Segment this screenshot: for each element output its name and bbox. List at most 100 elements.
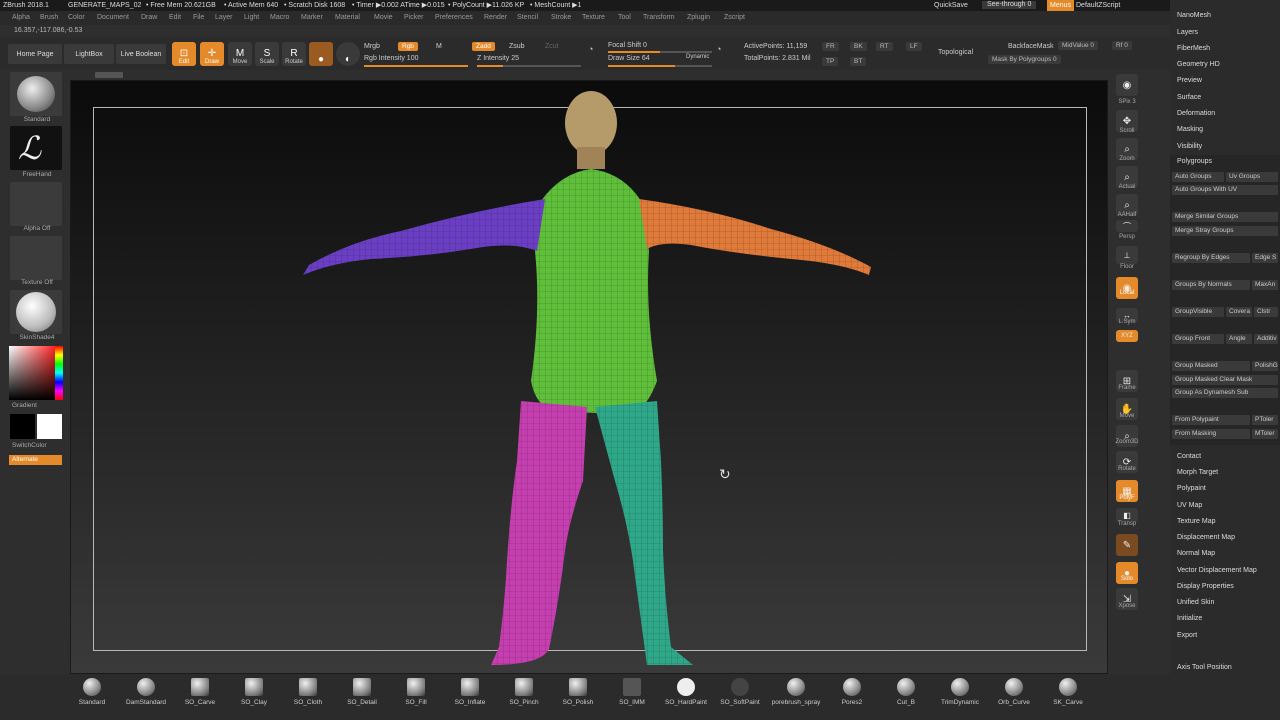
angle-slider[interactable]: Angle: [1226, 334, 1252, 344]
tp-view-button[interactable]: TP: [822, 57, 839, 66]
from-polypaint-button[interactable]: From Polypaint: [1172, 415, 1250, 425]
menu-preferences[interactable]: Preferences: [435, 11, 473, 25]
alternate-button[interactable]: Alternate: [9, 455, 62, 465]
menu-material[interactable]: Material: [335, 11, 360, 25]
auto-groups-with-uv-button[interactable]: Auto Groups With UV: [1172, 185, 1278, 195]
menu-edit[interactable]: Edit: [169, 11, 181, 25]
group-as-dynamesh-sub-button[interactable]: Group As Dynamesh Sub: [1172, 388, 1278, 398]
z-intensity-slider[interactable]: [477, 65, 581, 67]
menu-surface[interactable]: Surface: [1177, 94, 1201, 101]
brush-so-softpaint-button[interactable]: SO_SoftPaint: [714, 678, 766, 718]
menu-morph-target[interactable]: Morph Target: [1177, 469, 1218, 476]
draw-size-slider[interactable]: [608, 65, 712, 67]
ptoler-slider[interactable]: PToler: [1252, 415, 1278, 425]
maxangle-slider[interactable]: MaxAn: [1252, 280, 1278, 290]
groups-by-normals-button[interactable]: Groups By Normals: [1172, 280, 1250, 290]
polygroups-header[interactable]: Polygroups: [1177, 158, 1212, 165]
menu-geometry-hd[interactable]: Geometry HD: [1177, 61, 1220, 68]
polish-slider[interactable]: PolishG: [1252, 361, 1278, 371]
menu-movie[interactable]: Movie: [374, 11, 393, 25]
regroup-by-edges-button[interactable]: Regroup By Edges: [1172, 253, 1250, 263]
switch-color-button[interactable]: SwitchColor: [12, 442, 74, 449]
brush-so-detail-button[interactable]: SO_Detail: [336, 678, 388, 718]
menu-macro[interactable]: Macro: [270, 11, 289, 25]
menu-zplugin[interactable]: Zplugin: [687, 11, 710, 25]
brush-damstandard-button[interactable]: DamStandard: [120, 678, 172, 718]
m-button[interactable]: M: [436, 43, 442, 50]
menu-tool[interactable]: Tool: [618, 11, 631, 25]
brush-so-clay-button[interactable]: SO_Clay: [228, 678, 280, 718]
edge-s-slider[interactable]: Edge S: [1252, 253, 1278, 263]
menu-stencil[interactable]: Stencil: [517, 11, 538, 25]
menu-texture[interactable]: Texture: [582, 11, 605, 25]
texture-thumbnail[interactable]: [10, 236, 62, 280]
menu-uv-map[interactable]: UV Map: [1177, 502, 1202, 509]
bk-view-button[interactable]: BK: [850, 42, 867, 51]
brush-so-fill-button[interactable]: SO_Fill: [390, 678, 442, 718]
primary-color-swatch[interactable]: [10, 414, 35, 439]
group-front-button[interactable]: Group Front: [1172, 334, 1224, 344]
rotate-button[interactable]: R Rotate: [282, 42, 306, 66]
auto-groups-button[interactable]: Auto Groups: [1172, 172, 1224, 182]
alpha-thumbnail[interactable]: [10, 182, 62, 226]
menu-nanomesh[interactable]: NanoMesh: [1177, 12, 1211, 19]
merge-similar-groups-button[interactable]: Merge Similar Groups: [1172, 212, 1278, 222]
live-boolean-button[interactable]: Live Boolean: [116, 44, 166, 64]
tray-scroll-handle[interactable]: [95, 72, 123, 78]
brush-so-pinch-button[interactable]: SO_Pinch: [498, 678, 550, 718]
coverage-slider[interactable]: Covera: [1226, 307, 1252, 317]
menu-display-properties[interactable]: Display Properties: [1177, 583, 1234, 590]
edit-button[interactable]: ⊡ Edit: [172, 42, 196, 66]
merge-stray-groups-button[interactable]: Merge Stray Groups: [1172, 226, 1278, 236]
menus-button[interactable]: Menus: [1047, 0, 1075, 11]
backface-mask-button[interactable]: BackfaceMask: [1008, 43, 1054, 50]
secondary-color-swatch[interactable]: [37, 414, 62, 439]
menu-file[interactable]: File: [193, 11, 204, 25]
quicksave-button[interactable]: QuickSave: [934, 0, 968, 11]
from-masking-button[interactable]: From Masking: [1172, 429, 1250, 439]
clstr-slider[interactable]: Clstr: [1254, 307, 1278, 317]
color-picker[interactable]: [9, 346, 63, 400]
group-visible-button[interactable]: GroupVisible: [1172, 307, 1224, 317]
uv-groups-button[interactable]: Uv Groups: [1226, 172, 1278, 182]
human-model-viewport[interactable]: ↻: [71, 81, 1109, 675]
rf-slider[interactable]: Rf 0: [1112, 41, 1132, 50]
menu-initialize[interactable]: Initialize: [1177, 615, 1202, 622]
menu-transform[interactable]: Transform: [643, 11, 675, 25]
draw-button[interactable]: ✛ Draw: [200, 42, 224, 66]
texture-picker-button[interactable]: ◐: [336, 42, 360, 66]
persp-button[interactable]: ⌒: [1116, 220, 1138, 232]
rgb-intensity-slider[interactable]: [364, 65, 468, 67]
menu-texture-map[interactable]: Texture Map: [1177, 518, 1216, 525]
stroke-thumbnail[interactable]: ℒ: [10, 126, 62, 170]
menu-render[interactable]: Render: [484, 11, 507, 25]
menu-polypaint[interactable]: Polypaint: [1177, 485, 1206, 492]
menu-visibility[interactable]: Visibility: [1177, 143, 1202, 150]
xyz-button[interactable]: XYZ: [1116, 330, 1138, 342]
rgb-button[interactable]: Rgb: [398, 42, 418, 51]
group-masked-button[interactable]: Group Masked: [1172, 361, 1250, 371]
document-canvas[interactable]: ↻: [70, 80, 1108, 674]
gradient-label[interactable]: Gradient: [12, 402, 74, 409]
move-button[interactable]: M Move: [228, 42, 252, 66]
material-thumbnail[interactable]: [10, 290, 62, 334]
menu-color[interactable]: Color: [68, 11, 85, 25]
lightbox-button[interactable]: LightBox: [64, 44, 114, 64]
topological-button[interactable]: Topological: [938, 49, 973, 56]
menu-picker[interactable]: Picker: [404, 11, 423, 25]
menu-zscript[interactable]: Zscript: [724, 11, 745, 25]
floor-button[interactable]: ⊥: [1116, 246, 1138, 264]
see-through-slider[interactable]: See-through 0: [982, 1, 1037, 9]
additive-slider[interactable]: Additiv: [1254, 334, 1278, 344]
midvalue-slider[interactable]: MidValue 0: [1058, 41, 1099, 50]
scale-button[interactable]: S Scale: [255, 42, 279, 66]
zsub-button[interactable]: Zsub: [509, 43, 525, 50]
brush-so-carve-button[interactable]: SO_Carve: [174, 678, 226, 718]
focal-shift-slider[interactable]: [608, 51, 712, 53]
home-page-button[interactable]: Home Page: [8, 44, 62, 64]
fr-view-button[interactable]: FR: [822, 42, 839, 51]
lf-view-button[interactable]: LF: [906, 42, 922, 51]
brush-standard-button[interactable]: Standard: [66, 678, 118, 718]
menu-alpha[interactable]: Alpha: [12, 11, 30, 25]
menu-preview[interactable]: Preview: [1177, 77, 1202, 84]
